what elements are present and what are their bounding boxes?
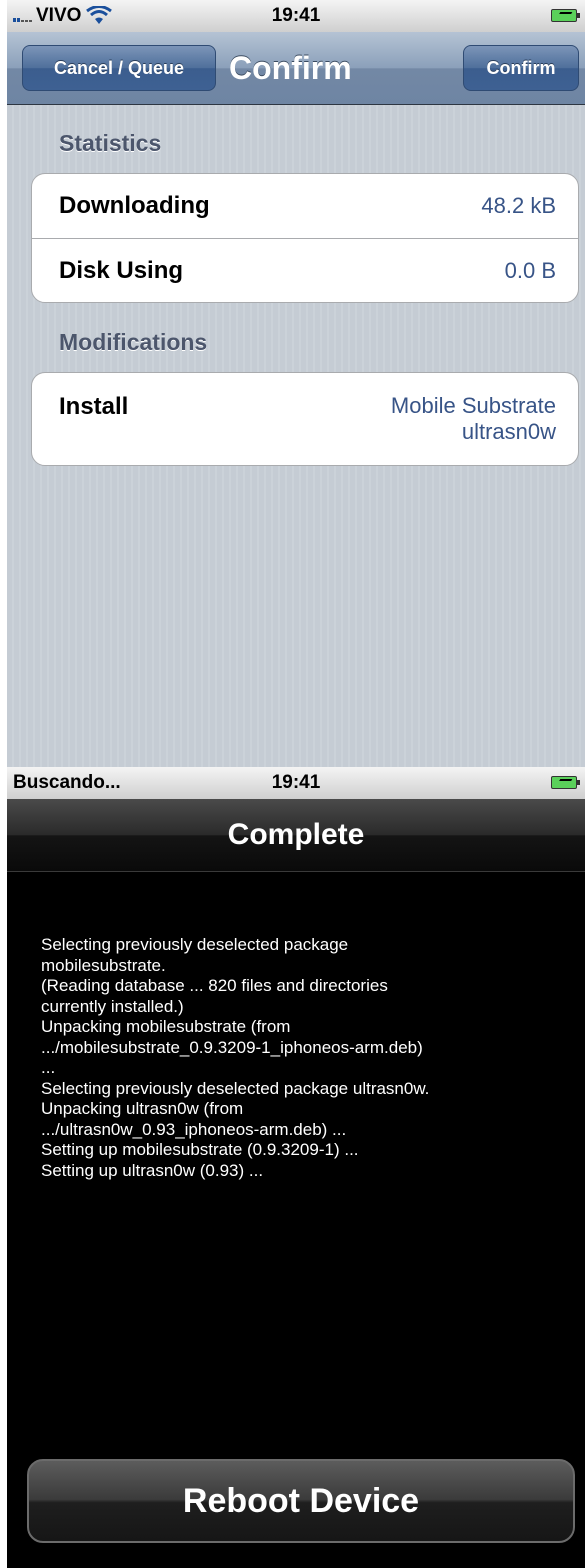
- modifications-header: Modifications: [59, 329, 208, 355]
- log-line: Selecting previously deselected package: [41, 935, 349, 954]
- log-line: Selecting previously deselected package …: [41, 1078, 430, 1098]
- row-label: Disk Using: [59, 256, 184, 284]
- page-title: Confirm: [229, 49, 352, 86]
- status-bar: Buscando... 19:41: [7, 767, 585, 799]
- signal-bars-icon: [13, 10, 32, 22]
- row-label: Install: [59, 393, 129, 420]
- install-packages: Mobile Substrate ultrasn0w: [391, 393, 556, 445]
- row-value: 48.2 kB: [481, 193, 556, 218]
- log-line: Unpacking ultrasn0w (from: [41, 1099, 244, 1118]
- log-line: Unpacking mobilesubstrate (from: [41, 1017, 291, 1036]
- log-line: (Reading database ... 820 files and dire…: [41, 976, 388, 995]
- reboot-device-button[interactable]: Reboot Device: [27, 1459, 575, 1543]
- battery-charging-icon: [551, 9, 580, 22]
- log-line: Setting up ultrasn0w (0.93) ...: [41, 1160, 264, 1180]
- log-line: .../ultrasn0w_0.93_iphoneos-arm.deb) ...: [41, 1119, 347, 1139]
- log-line: ...: [41, 1058, 56, 1077]
- downloading-row: Downloading 48.2 kB: [32, 174, 578, 238]
- statistics-header: Statistics: [59, 130, 162, 156]
- carrier-name: Buscando...: [13, 772, 121, 793]
- confirm-screen: VIVO 19:41 Cancel / Queue Confirm Confir…: [7, 0, 585, 767]
- nav-bar: Complete: [7, 799, 585, 872]
- package-name: ultrasn0w: [461, 419, 556, 444]
- disk-using-row: Disk Using 0.0 B: [32, 238, 578, 302]
- cancel-queue-button[interactable]: Cancel / Queue: [22, 45, 216, 91]
- confirm-button[interactable]: Confirm: [463, 45, 579, 91]
- wifi-icon: [86, 6, 113, 24]
- nav-bar: Cancel / Queue Confirm Confirm: [7, 32, 585, 105]
- complete-screen: Buscando... 19:41 Complete Selecting pre…: [7, 767, 585, 1568]
- battery-charging-icon: [551, 776, 580, 789]
- row-value: 0.0 B: [504, 257, 556, 283]
- log-line: currently installed.): [41, 996, 184, 1016]
- status-bar: VIVO 19:41: [7, 0, 585, 32]
- package-name: Mobile Substrate: [390, 393, 556, 418]
- page-title: Complete: [227, 818, 365, 851]
- log-line: mobilesubstrate.: [41, 955, 166, 975]
- install-row: Install Mobile Substrate ultrasn0w: [32, 373, 578, 465]
- log-line: .../mobilesubstrate_0.9.3209-1_iphoneos-…: [41, 1037, 423, 1057]
- install-log: Selecting previously deselected package m…: [41, 935, 571, 1181]
- row-label: Downloading: [59, 192, 210, 219]
- modifications-group: Install Mobile Substrate ultrasn0w: [31, 372, 579, 466]
- carrier-name: VIVO: [36, 5, 82, 26]
- log-line: Setting up mobilesubstrate (0.9.3209-1) …: [41, 1140, 359, 1159]
- statistics-group: Downloading 48.2 kB Disk Using 0.0 B: [31, 173, 579, 303]
